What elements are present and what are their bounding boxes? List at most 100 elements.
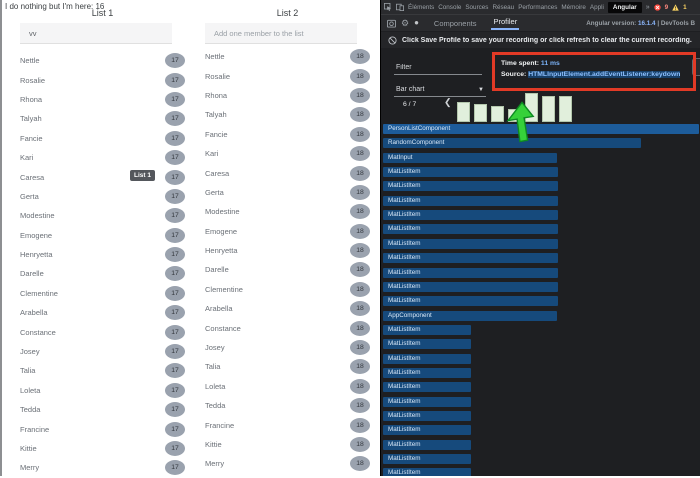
list-item[interactable]: Modestine17 <box>20 206 185 225</box>
person-name: Nettle <box>205 52 225 61</box>
inspect-icon[interactable] <box>384 3 392 11</box>
list-item[interactable]: Clementine17 <box>20 284 185 303</box>
flame-row-MatListItem[interactable]: MatListItem <box>383 382 471 392</box>
tab-performance[interactable]: Performances <box>518 4 557 11</box>
warning-icon[interactable] <box>672 4 679 11</box>
list-item[interactable]: Francine17 <box>20 419 185 438</box>
flame-row-MatListItem[interactable]: MatListItem <box>383 167 558 177</box>
list-item[interactable]: Tedda17 <box>20 400 185 419</box>
person-name: Tedda <box>205 401 225 410</box>
flame-row-MatListItem[interactable]: MatListItem <box>383 224 558 234</box>
devtools-panel: Éléments Console Sources Réseau Performa… <box>380 0 700 476</box>
list2-input[interactable] <box>205 23 357 44</box>
flame-row-MatListItem[interactable]: MatListItem <box>383 397 471 407</box>
flame-row-MatListItem[interactable]: MatListItem <box>383 239 558 249</box>
flame-row-MatInput[interactable]: MatInput <box>383 153 557 163</box>
person-badge: 18 <box>350 418 370 433</box>
tab-components[interactable]: Components <box>434 19 477 28</box>
list-item[interactable]: Talia18 <box>205 357 370 376</box>
flame-row-MatListItem[interactable]: MatListItem <box>383 368 471 378</box>
list-item[interactable]: Constance17 <box>20 322 185 341</box>
list-item[interactable]: Caresa18 <box>205 163 370 182</box>
flame-row-MatListItem[interactable]: MatListItem <box>383 411 471 421</box>
list-item[interactable]: Modestine18 <box>205 202 370 221</box>
list-item[interactable]: Kari17 <box>20 148 185 167</box>
flame-row-MatListItem[interactable]: MatListItem <box>383 181 558 191</box>
person-badge: 17 <box>165 228 185 243</box>
list-item[interactable]: Emogene18 <box>205 222 370 241</box>
list-item[interactable]: Arabella17 <box>20 303 185 322</box>
list-item[interactable]: Josey17 <box>20 342 185 361</box>
list-item[interactable]: Kittie17 <box>20 439 185 458</box>
theme-toggle-icon[interactable]: ● <box>414 19 419 27</box>
warning-count[interactable]: 1 <box>683 4 687 11</box>
list-item[interactable]: Nettle18 <box>205 47 370 66</box>
more-tabs-icon[interactable]: » <box>646 4 650 11</box>
list-item[interactable]: Nettle17 <box>20 51 185 70</box>
list-item[interactable]: Darelle18 <box>205 260 370 279</box>
list-item[interactable]: Fancie17 <box>20 129 185 148</box>
list-item[interactable]: Fancie18 <box>205 125 370 144</box>
flame-row-MatListItem[interactable]: MatListItem <box>383 296 558 306</box>
list-item[interactable]: Francine18 <box>205 415 370 434</box>
list-item[interactable]: Merry17 <box>20 458 185 477</box>
list-item[interactable]: Darelle17 <box>20 264 185 283</box>
person-name: Rhona <box>205 91 227 100</box>
list-item[interactable]: Caresa17 <box>20 167 185 186</box>
flame-row-MatListItem[interactable]: MatListItem <box>383 339 471 349</box>
list-item[interactable]: Constance18 <box>205 318 370 337</box>
error-icon[interactable] <box>654 4 661 11</box>
error-count[interactable]: 9 <box>665 4 669 11</box>
tab-memory[interactable]: Mémoire <box>561 4 586 11</box>
list-item[interactable]: Rhona17 <box>20 90 185 109</box>
list-item[interactable]: Kittie18 <box>205 435 370 454</box>
list-item[interactable]: Arabella18 <box>205 299 370 318</box>
list-item[interactable]: Kari18 <box>205 144 370 163</box>
flame-row-MatListItem[interactable]: MatListItem <box>383 425 471 435</box>
source-value[interactable]: HTMLInputElement.addEventListener:keydow… <box>528 71 680 78</box>
flame-row-MatListItem[interactable]: MatListItem <box>383 210 558 220</box>
flame-row-MatListItem[interactable]: MatListItem <box>383 253 558 263</box>
gear-icon[interactable]: ⚙ <box>401 19 409 28</box>
screenshot-icon[interactable] <box>387 19 396 28</box>
person-badge: 18 <box>350 69 370 84</box>
tab-console[interactable]: Console <box>438 4 461 11</box>
list-item[interactable]: Loleta17 <box>20 381 185 400</box>
list-item[interactable]: Rosalie18 <box>205 66 370 85</box>
list-item[interactable]: Henryetta18 <box>205 241 370 260</box>
person-badge: 17 <box>165 383 185 398</box>
flame-row-MatListItem[interactable]: MatListItem <box>383 454 471 464</box>
flame-row-MatListItem[interactable]: MatListItem <box>383 282 558 292</box>
tab-application[interactable]: Appli <box>590 4 604 11</box>
list-item[interactable]: Gerta18 <box>205 183 370 202</box>
list-item[interactable]: Gerta17 <box>20 187 185 206</box>
list-item[interactable]: Josey18 <box>205 338 370 357</box>
flame-row-MatListItem[interactable]: MatListItem <box>383 468 471 476</box>
list-item[interactable]: Henryetta17 <box>20 245 185 264</box>
list-item[interactable]: Rosalie17 <box>20 70 185 89</box>
tab-sources[interactable]: Sources <box>465 4 488 11</box>
tab-profiler[interactable]: Profiler <box>491 16 519 30</box>
list-item[interactable]: Emogene17 <box>20 226 185 245</box>
device-toolbar-icon[interactable] <box>396 3 404 11</box>
list-item[interactable]: Clementine18 <box>205 280 370 299</box>
tab-network[interactable]: Réseau <box>492 4 514 11</box>
tab-angular[interactable]: Angular <box>608 2 642 13</box>
blocked-icon <box>388 36 397 45</box>
list1-input[interactable] <box>20 23 172 44</box>
flame-row-MatListItem[interactable]: MatListItem <box>383 354 471 364</box>
list-item[interactable]: Talyah17 <box>20 109 185 128</box>
flame-row-MatListItem[interactable]: MatListItem <box>383 196 558 206</box>
flame-row-MatListItem[interactable]: MatListItem <box>383 268 558 278</box>
list-item[interactable]: Talyah18 <box>205 105 370 124</box>
flame-row-MatListItem[interactable]: MatListItem <box>383 440 471 450</box>
list-item[interactable]: Rhona18 <box>205 86 370 105</box>
list-item[interactable]: Merry18 <box>205 454 370 473</box>
list-item[interactable]: Talia17 <box>20 361 185 380</box>
flame-row-PersonListComponent[interactable]: PersonListComponent <box>383 124 699 134</box>
flame-row-MatListItem[interactable]: MatListItem <box>383 325 471 335</box>
list-item[interactable]: Tedda18 <box>205 396 370 415</box>
tab-elements[interactable]: Éléments <box>408 4 434 11</box>
flame-row-AppComponent[interactable]: AppComponent <box>383 311 557 321</box>
list-item[interactable]: Loleta18 <box>205 377 370 396</box>
